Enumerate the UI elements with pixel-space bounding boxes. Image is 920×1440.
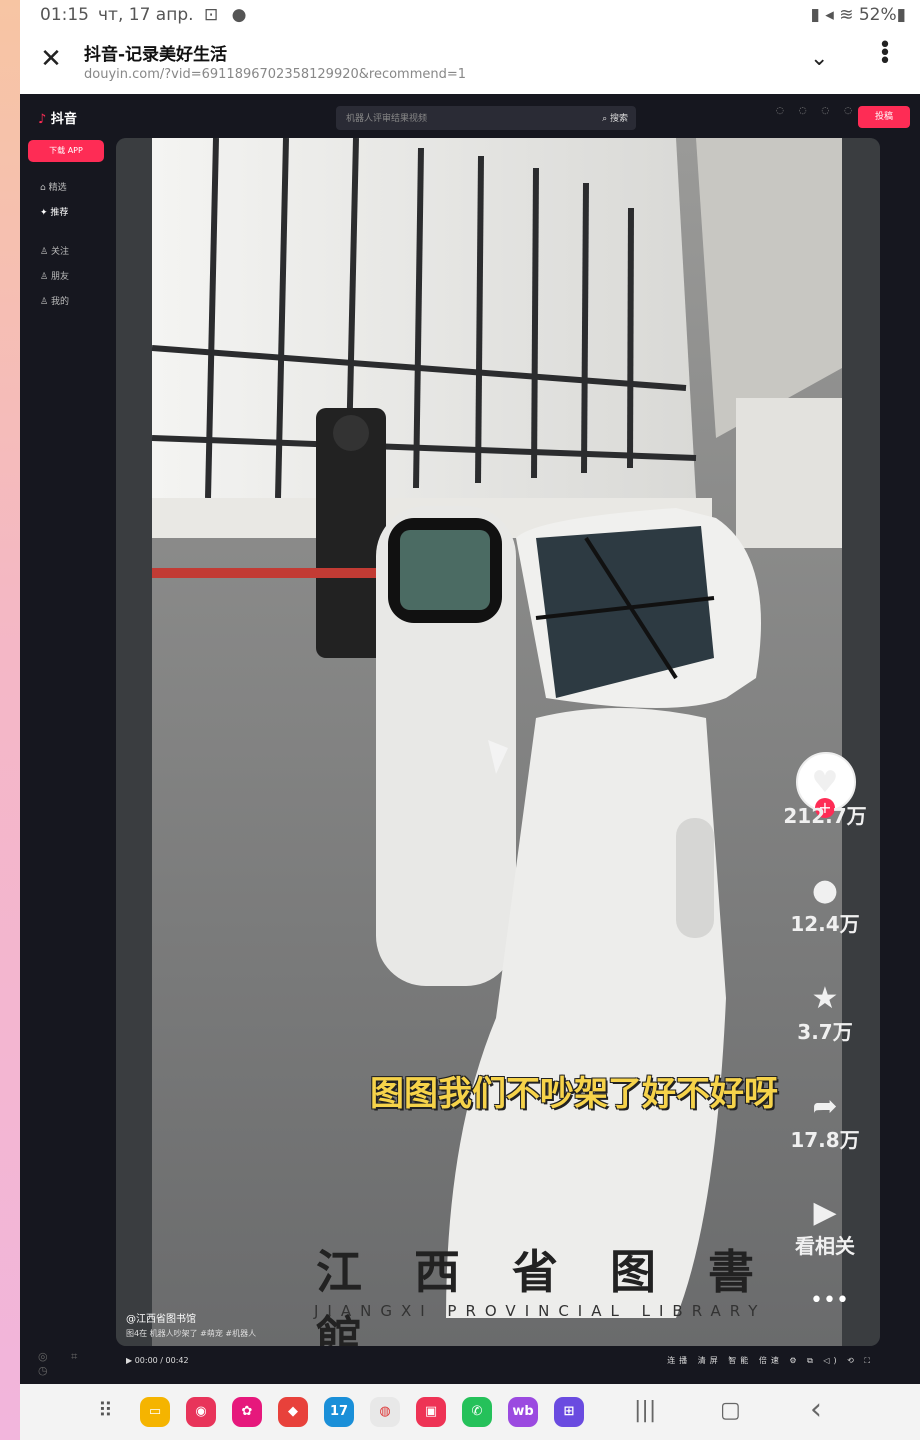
share-icon: ➦ <box>812 1089 838 1124</box>
play-circle-icon: ▶ <box>813 1195 837 1230</box>
dock-app-0[interactable]: ▭ <box>140 1397 170 1427</box>
heart-icon: ♥ <box>811 765 839 800</box>
browser-toolbar: ✕ 抖音-记录美好生活 douyin.com/?vid=691189670235… <box>20 30 920 94</box>
like-button[interactable]: ♥ 212.7万 <box>780 766 870 829</box>
notification-icons: ⊡ ● <box>204 5 251 25</box>
dock-app-8[interactable]: wb <box>508 1397 538 1427</box>
comment-button[interactable]: ● 12.4万 <box>780 874 870 937</box>
douyin-logo[interactable]: ♪ 抖音 <box>38 108 77 127</box>
video-caption: 图图我们不吵架了好不好呀 <box>370 1074 778 1114</box>
phone-screen: 01:15 чт, 17 апр. ⊡ ● ▮ ◂ ≋ 52%▮ ✕ 抖音-记录… <box>20 0 920 1440</box>
app-grid-icon[interactable]: ⠿ <box>98 1398 113 1422</box>
douyin-page: ♪ 抖音 机器人评审结果视频 ⌕ 搜索 ◌ ◌ ◌ ◌ 投稿 下载 APP ⌂ … <box>20 94 920 1384</box>
status-time: 01:15 <box>40 5 89 25</box>
dock-app-2[interactable]: ✿ <box>232 1397 262 1427</box>
dock-app-5[interactable]: ◍ <box>370 1397 400 1427</box>
comment-count: 12.4万 <box>790 912 860 936</box>
page-title: 抖音-记录美好生活 <box>84 45 228 65</box>
recents-button[interactable]: ||| <box>634 1398 656 1423</box>
sidebar-item-following[interactable]: ♙ 关注 <box>40 240 112 265</box>
video-author[interactable]: @江西省图书馆 <box>126 1310 196 1325</box>
favorite-button[interactable]: ★ 3.7万 <box>780 982 870 1045</box>
player-control-icons[interactable]: 连播 清屏 智能 倍速 ⚙ ⧉ ◁) ⟲ ⛶ <box>667 1355 874 1366</box>
search-placeholder: 机器人评审结果视频 <box>346 114 428 124</box>
sidebar-item-recommend[interactable]: ✦ 推荐 <box>40 201 112 226</box>
like-count: 212.7万 <box>783 804 867 828</box>
share-count: 17.8万 <box>790 1128 860 1152</box>
dock-app-3[interactable]: ◆ <box>278 1397 308 1427</box>
library-watermark: 江 西 省 图 書 館 <box>316 1245 773 1346</box>
sidebar: 下载 APP ⌂ 精选 ✦ 推荐 ♙ 关注 ♙ 朋友 ♙ 我的 ◎ ⌗ ◷ <box>28 140 112 1377</box>
sidebar-item-mine[interactable]: ♙ 我的 <box>40 290 112 315</box>
video-description: 图4在 机器人吵架了 #萌宠 #机器人 <box>126 1329 257 1338</box>
music-note-icon: ♪ <box>38 112 47 127</box>
video-frame-illustration <box>116 138 880 1346</box>
video-player[interactable]: 图图我们不吵架了好不好呀 江 西 省 图 書 館 JIANGXI PROVINC… <box>116 138 880 1346</box>
sidebar-item-featured[interactable]: ⌂ 精选 <box>40 176 112 201</box>
share-button[interactable]: ➦ 17.8万 <box>780 1090 870 1153</box>
dock-app-9[interactable]: ⊞ <box>554 1397 584 1427</box>
upload-button[interactable]: 投稿 <box>858 106 910 128</box>
favorite-count: 3.7万 <box>797 1020 853 1044</box>
dock-app-1[interactable]: ◉ <box>186 1397 216 1427</box>
more-icon[interactable]: ••• <box>810 1288 849 1313</box>
download-app-button[interactable]: 下载 APP <box>28 140 104 162</box>
sidebar-bottom-icons[interactable]: ◎ ⌗ ◷ <box>38 1350 112 1377</box>
battery-indicator: ▮ ◂ ≋ 52%▮ <box>810 5 906 25</box>
search-button[interactable]: ⌕ 搜索 <box>602 111 628 124</box>
comment-icon: ● <box>811 873 839 908</box>
sidebar-item-friends[interactable]: ♙ 朋友 <box>40 265 112 290</box>
player-controls: ▶ 00:00 / 00:42 连播 清屏 智能 倍速 ⚙ ⧉ ◁) ⟲ ⛶ <box>116 1350 880 1374</box>
close-icon[interactable]: ✕ <box>38 46 64 72</box>
related-button[interactable]: ▶ 看相关 <box>780 1196 870 1259</box>
dock-app-6[interactable]: ▣ <box>416 1397 446 1427</box>
status-date: чт, 17 апр. <box>98 5 194 25</box>
library-watermark-en: JIANGXI PROVINCIAL LIBRARY <box>314 1302 767 1320</box>
url-text[interactable]: douyin.com/?vid=6911896702358129920&reco… <box>84 67 466 82</box>
more-vertical-icon[interactable]: • • • <box>878 35 892 73</box>
back-button[interactable]: ‹ <box>810 1392 822 1427</box>
android-navbar: ⠿ ▭ ◉ ✿ ◆ 17 ◍ ▣ ✆ wb ⊞ ||| ▢ ‹ <box>20 1384 920 1440</box>
star-icon: ★ <box>811 981 839 1016</box>
status-bar: 01:15 чт, 17 апр. ⊡ ● ▮ ◂ ≋ 52%▮ <box>20 0 920 30</box>
play-time[interactable]: ▶ 00:00 / 00:42 <box>126 1356 189 1365</box>
search-input[interactable]: 机器人评审结果视频 ⌕ 搜索 <box>336 106 636 130</box>
dock-app-7[interactable]: ✆ <box>462 1397 492 1427</box>
chevron-down-icon[interactable]: ⌄ <box>810 46 828 71</box>
related-label: 看相关 <box>795 1234 855 1258</box>
dock-app-4[interactable]: 17 <box>324 1397 354 1427</box>
header-icons[interactable]: ◌ ◌ ◌ ◌ <box>776 106 858 116</box>
home-button[interactable]: ▢ <box>720 1398 741 1423</box>
